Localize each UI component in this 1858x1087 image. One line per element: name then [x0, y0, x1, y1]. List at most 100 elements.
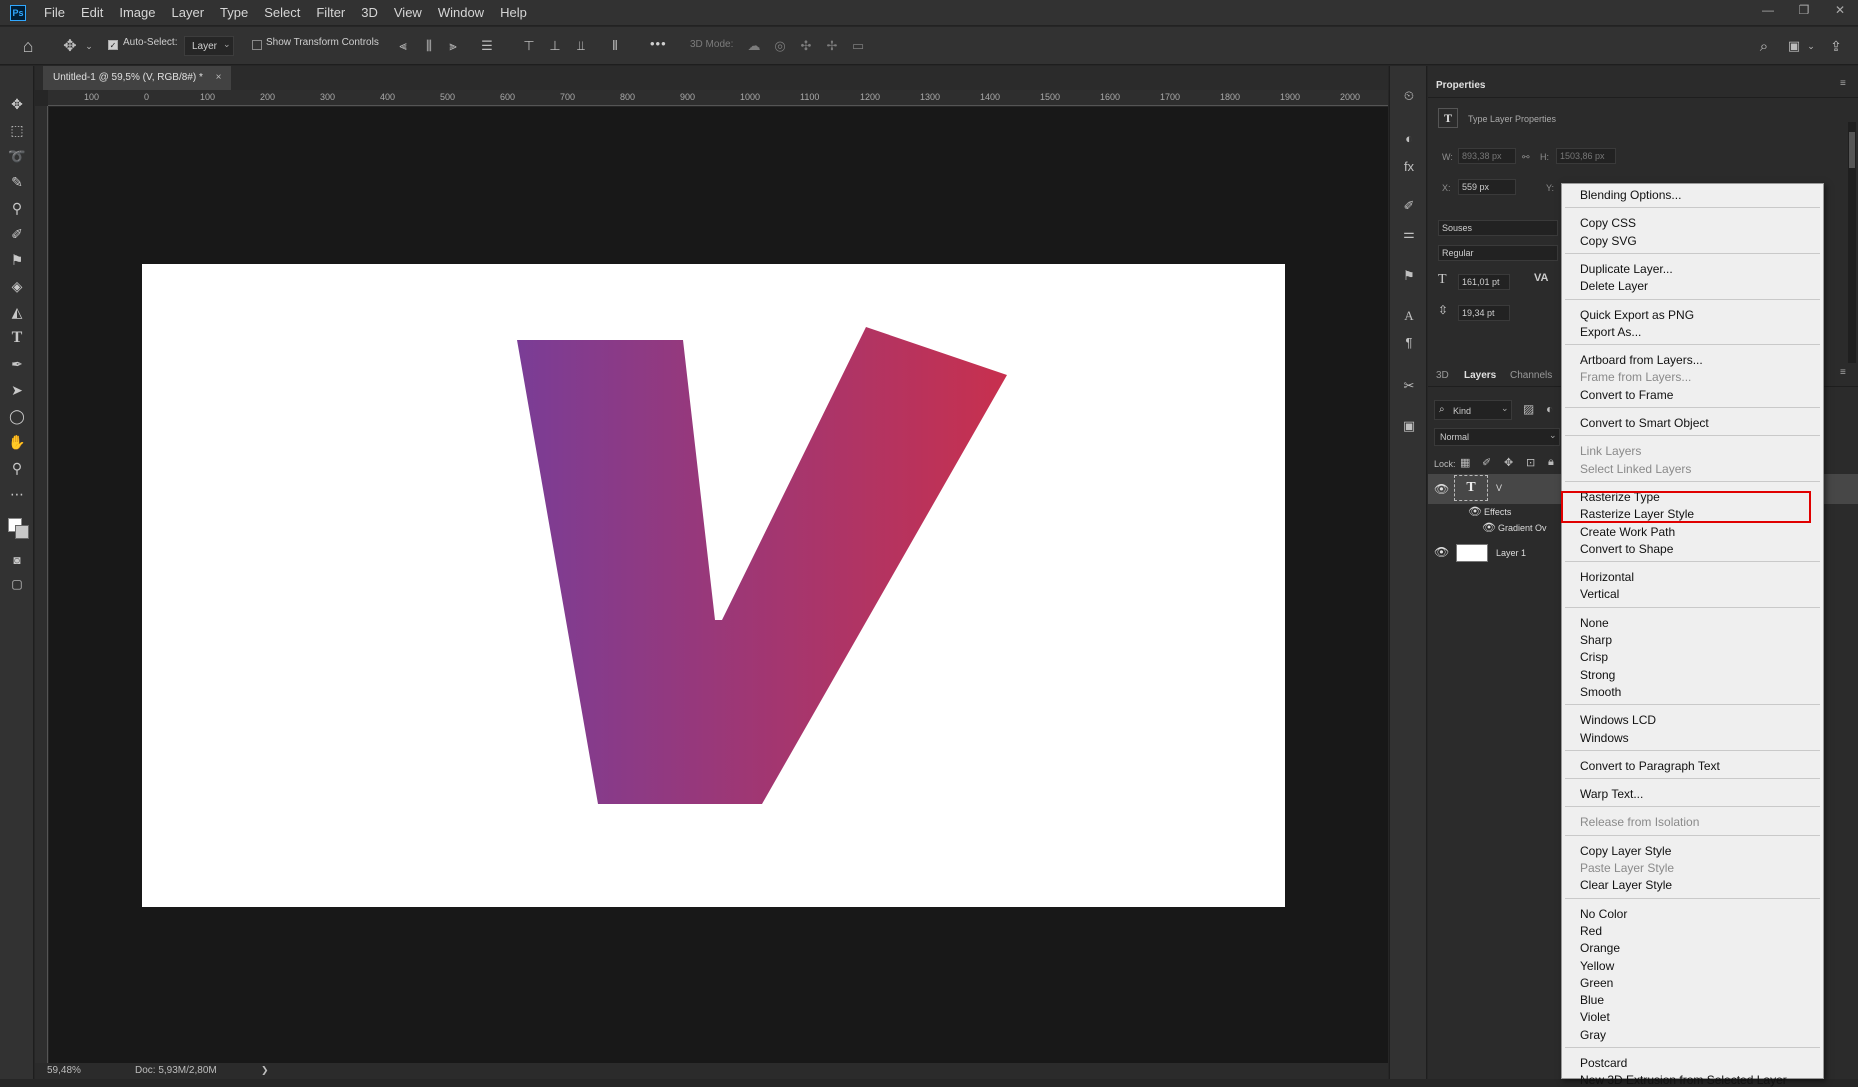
close-window-icon[interactable]: ✕: [1822, 0, 1858, 22]
menu-filter[interactable]: Filter: [308, 0, 353, 26]
menu-file[interactable]: File: [36, 0, 73, 26]
context-menu-item-convert-to-shape[interactable]: Convert to Shape: [1580, 542, 1673, 556]
align-right-icon[interactable]: ⫸: [444, 36, 462, 56]
share-icon[interactable]: ⇪: [1826, 36, 1846, 56]
eye-icon[interactable]: 👁︎: [1434, 482, 1449, 496]
type-tool-icon[interactable]: T: [7, 328, 27, 348]
link-icon[interactable]: ⚯: [1522, 152, 1530, 163]
context-menu-item-windows[interactable]: Windows: [1580, 731, 1629, 745]
character-icon[interactable]: A: [1399, 306, 1419, 326]
chevron-down-icon[interactable]: ⌄: [1806, 38, 1816, 54]
properties-title[interactable]: Properties: [1436, 80, 1485, 91]
distribute-icon[interactable]: ☰: [478, 36, 496, 56]
context-menu-item-vertical[interactable]: Vertical: [1580, 587, 1619, 601]
font-style-field[interactable]: Regular: [1438, 245, 1558, 261]
screen-mode-icon[interactable]: ▢: [7, 574, 27, 594]
menu-edit[interactable]: Edit: [73, 0, 111, 26]
restore-icon[interactable]: ❐: [1786, 0, 1822, 22]
show-transform-checkbox[interactable]: [252, 40, 262, 50]
align-middle-icon[interactable]: ⊥: [546, 36, 564, 56]
marquee-tool-icon[interactable]: ⬚: [7, 120, 27, 140]
context-menu-item-warp-text[interactable]: Warp Text...: [1580, 787, 1643, 801]
context-menu-item-convert-to-paragraph-text[interactable]: Convert to Paragraph Text: [1580, 759, 1720, 773]
context-menu-item-copy-svg[interactable]: Copy SVG: [1580, 234, 1637, 248]
home-icon[interactable]: ⌂: [18, 36, 38, 56]
move-tool-icon[interactable]: ✥: [7, 94, 27, 114]
adjustment-filter-icon[interactable]: ◐: [1546, 402, 1553, 416]
context-menu-item-clear-layer-style[interactable]: Clear Layer Style: [1580, 878, 1672, 892]
eraser-tool-icon[interactable]: ◈: [7, 276, 27, 296]
context-menu-item-convert-to-frame[interactable]: Convert to Frame: [1580, 388, 1673, 402]
context-menu-item-violet[interactable]: Violet: [1580, 1010, 1610, 1024]
clone-source-icon[interactable]: ⚑: [1399, 266, 1419, 286]
search-icon[interactable]: ⌕: [1754, 36, 1774, 56]
context-menu-item-orange[interactable]: Orange: [1580, 941, 1620, 955]
eye-icon[interactable]: 👁︎: [1468, 505, 1482, 518]
context-menu-item-export-as[interactable]: Export As...: [1580, 325, 1641, 339]
lock-position-icon[interactable]: ✥: [1504, 456, 1513, 469]
tab-3d[interactable]: 3D: [1436, 370, 1449, 381]
gradient-tool-icon[interactable]: ◭: [7, 302, 27, 322]
history-icon[interactable]: ⏲: [1399, 86, 1419, 106]
lasso-tool-icon[interactable]: ➰: [7, 146, 27, 166]
close-tab-icon[interactable]: ×: [216, 72, 222, 83]
lock-artboard-icon[interactable]: ⊡: [1526, 456, 1535, 469]
3d-camera-icon[interactable]: ▭: [848, 36, 868, 56]
paragraph-icon[interactable]: ¶: [1399, 332, 1419, 352]
x-field[interactable]: 559 px: [1458, 179, 1516, 195]
context-menu-item-postcard[interactable]: Postcard: [1580, 1056, 1627, 1070]
context-menu-item-artboard-from-layers[interactable]: Artboard from Layers...: [1580, 353, 1703, 367]
context-menu-item-smooth[interactable]: Smooth: [1580, 685, 1621, 699]
blend-mode-dropdown[interactable]: Normal ⌄: [1434, 428, 1560, 446]
path-select-tool-icon[interactable]: ➤: [7, 380, 27, 400]
align-left-icon[interactable]: ⫷: [394, 36, 412, 56]
3d-orbit-icon[interactable]: ☁: [744, 36, 764, 56]
context-menu-item-gray[interactable]: Gray: [1580, 1028, 1606, 1042]
hand-tool-icon[interactable]: ✋: [7, 432, 27, 452]
context-menu-item-quick-export-as-png[interactable]: Quick Export as PNG: [1580, 308, 1694, 322]
menu-help[interactable]: Help: [492, 0, 535, 26]
menu-layer[interactable]: Layer: [164, 0, 213, 26]
more-options-icon[interactable]: •••: [650, 36, 667, 51]
leading-field[interactable]: 19,34 pt: [1458, 305, 1510, 321]
brush-settings-icon[interactable]: ✐: [1399, 196, 1419, 216]
ellipse-tool-icon[interactable]: ◯: [7, 406, 27, 426]
zoom-level[interactable]: 59,48%: [47, 1065, 81, 1076]
menu-view[interactable]: View: [386, 0, 430, 26]
align-center-icon[interactable]: ⫼: [420, 36, 438, 56]
eyedropper-tool-icon[interactable]: ⚲: [7, 198, 27, 218]
width-field[interactable]: 893,38 px: [1458, 148, 1516, 164]
context-menu-item-none[interactable]: None: [1580, 616, 1609, 630]
height-field[interactable]: 1503,86 px: [1556, 148, 1616, 164]
document-tab[interactable]: Untitled-1 @ 59,5% (V, RGB/8#) * ×: [43, 66, 232, 90]
zoom-tool-icon[interactable]: ⚲: [7, 458, 27, 478]
context-menu-item-windows-lcd[interactable]: Windows LCD: [1580, 713, 1656, 727]
lock-transparent-icon[interactable]: ▦: [1460, 456, 1470, 469]
font-size-field[interactable]: 161,01 pt: [1458, 274, 1510, 290]
brush-tool-icon[interactable]: ✐: [7, 224, 27, 244]
context-menu-item-green[interactable]: Green: [1580, 976, 1613, 990]
context-menu-item-convert-to-smart-object[interactable]: Convert to Smart Object: [1580, 416, 1709, 430]
auto-select-checkbox[interactable]: ✓: [108, 40, 118, 50]
context-menu-item-crisp[interactable]: Crisp: [1580, 650, 1608, 664]
eye-icon[interactable]: 👁︎: [1482, 521, 1496, 534]
properties-scrollbar[interactable]: [1848, 122, 1856, 382]
3d-roll-icon[interactable]: ◎: [770, 36, 790, 56]
menu-select[interactable]: Select: [256, 0, 308, 26]
panel-menu-icon[interactable]: ≡: [1840, 78, 1846, 89]
styles-icon[interactable]: fx: [1399, 156, 1419, 176]
tab-layers[interactable]: Layers: [1464, 370, 1496, 381]
context-menu-item-duplicate-layer[interactable]: Duplicate Layer...: [1580, 262, 1673, 276]
lock-paint-icon[interactable]: ✐: [1482, 456, 1491, 469]
move-tool-icon[interactable]: ✥: [60, 36, 80, 56]
workspace-icon[interactable]: ▣: [1784, 36, 1804, 56]
document-canvas[interactable]: [142, 264, 1285, 907]
quick-mask-icon[interactable]: ◙: [7, 550, 27, 570]
tools-panel-icon[interactable]: ✂: [1399, 376, 1419, 396]
minimize-icon[interactable]: —: [1750, 0, 1786, 22]
context-menu-item-blue[interactable]: Blue: [1580, 993, 1604, 1007]
layer-comps-icon[interactable]: ▣: [1399, 416, 1419, 436]
3d-slide-icon[interactable]: ✢: [822, 36, 842, 56]
distribute-vertical-icon[interactable]: ⫴: [606, 36, 624, 56]
menu-3d[interactable]: 3D: [353, 0, 386, 26]
